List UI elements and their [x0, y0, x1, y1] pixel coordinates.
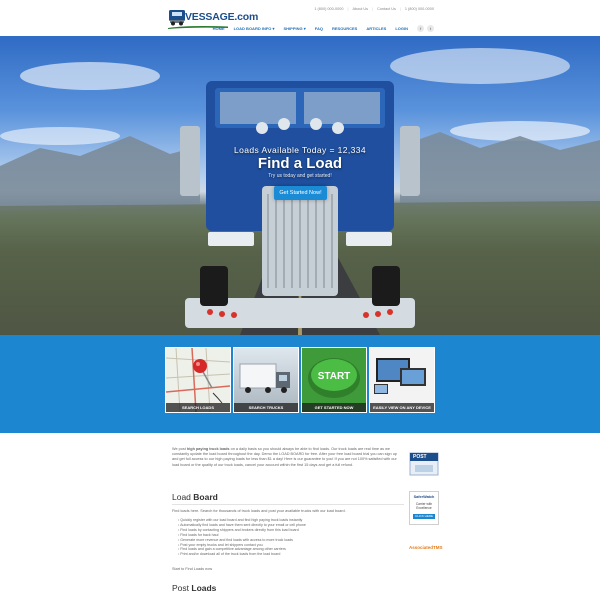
phone-link[interactable]: 1 (800) 000-0000: [314, 7, 343, 11]
start-find-loads: Start to Find Loads now: [172, 567, 213, 571]
find-loads-now-link[interactable]: Find Loads: [185, 567, 204, 571]
tile-any-device[interactable]: Easily View on Any Device: [369, 347, 435, 413]
divider: |: [347, 7, 349, 11]
nav-faq[interactable]: FAQ: [315, 26, 323, 31]
social-links: f t: [417, 25, 434, 32]
post-badge-label: POST: [413, 454, 427, 460]
facebook-icon[interactable]: f: [417, 25, 424, 32]
nav-shipping[interactable]: Shipping ▾: [284, 26, 306, 31]
tile-search-loads[interactable]: Search Loads: [165, 347, 231, 413]
divider: |: [372, 7, 374, 11]
loads-available-count: Loads Available Today = 12,334: [234, 145, 366, 155]
saferwatch-title: SaferWatch: [413, 495, 435, 499]
svg-text:START: START: [318, 371, 351, 382]
tile-caption: Get Started Now: [302, 403, 366, 412]
nav-resources[interactable]: Resources: [332, 26, 357, 31]
post-loads-heading: Post Loads: [172, 583, 217, 593]
nav-login[interactable]: Login: [395, 26, 408, 31]
twitter-icon[interactable]: t: [427, 25, 434, 32]
brand-name: VESSAGE.com: [185, 11, 259, 23]
saferwatch-line: Excellence: [416, 506, 432, 510]
hero-title: Find a Load: [257, 155, 343, 172]
tile-get-started[interactable]: START Get Started Now: [301, 347, 367, 413]
load-board-intro: Find loads here. Search for thousands of…: [172, 509, 346, 513]
contact-link[interactable]: Contact Us: [377, 7, 396, 11]
nav-load-board-info[interactable]: Load Board Info ▾: [234, 26, 275, 31]
hero-subtitle: Try us today and get started!: [268, 173, 332, 179]
list-item: Print and/or download all of the truck l…: [178, 552, 404, 557]
about-link[interactable]: About Us: [352, 7, 368, 11]
nav-home[interactable]: Home: [213, 26, 225, 31]
load-board-heading: Load Board: [172, 492, 218, 502]
tile-caption: Search Loads: [166, 403, 230, 412]
associated-tms-logo[interactable]: AssociatedTMS: [409, 536, 443, 550]
utility-bar: 1 (800) 000-0000 | About Us | Contact Us…: [314, 7, 434, 11]
divider: |: [399, 7, 401, 11]
tile-caption: Easily View on Any Device: [370, 403, 434, 412]
hero-banner: Loads Available Today = 12,334 Find a Lo…: [0, 36, 600, 335]
load-board-features: Quickly register with our load board and…: [178, 518, 404, 557]
post-loads-badge[interactable]: POST: [409, 449, 439, 479]
find-loads-link[interactable]: Find loads: [172, 509, 190, 513]
associated-tms-label: AssociatedTMS: [409, 545, 443, 550]
main-nav: Home Load Board Info ▾ Shipping ▾ FAQ Re…: [213, 25, 434, 32]
saferwatch-badge[interactable]: SaferWatch Carrier with Excellence CLICK…: [409, 491, 439, 525]
feature-band: [0, 335, 600, 433]
nav-articles[interactable]: Articles: [366, 26, 386, 31]
phone-link-secondary[interactable]: 1 (800) 000-0000: [405, 7, 434, 11]
get-started-button[interactable]: Get Started Now!: [274, 186, 327, 200]
site-header: VESSAGE.com 1 (800) 000-0000 | About Us …: [0, 0, 600, 36]
intro-bold: high paying truck loads: [186, 447, 230, 451]
tile-caption: Search Trucks: [234, 403, 298, 412]
intro-paragraph: We post high paying truck loads on a dai…: [172, 447, 397, 467]
saferwatch-cta[interactable]: CLICK HERE: [413, 514, 435, 519]
tile-search-trucks[interactable]: Search Trucks: [233, 347, 299, 413]
section-divider: [172, 504, 404, 505]
